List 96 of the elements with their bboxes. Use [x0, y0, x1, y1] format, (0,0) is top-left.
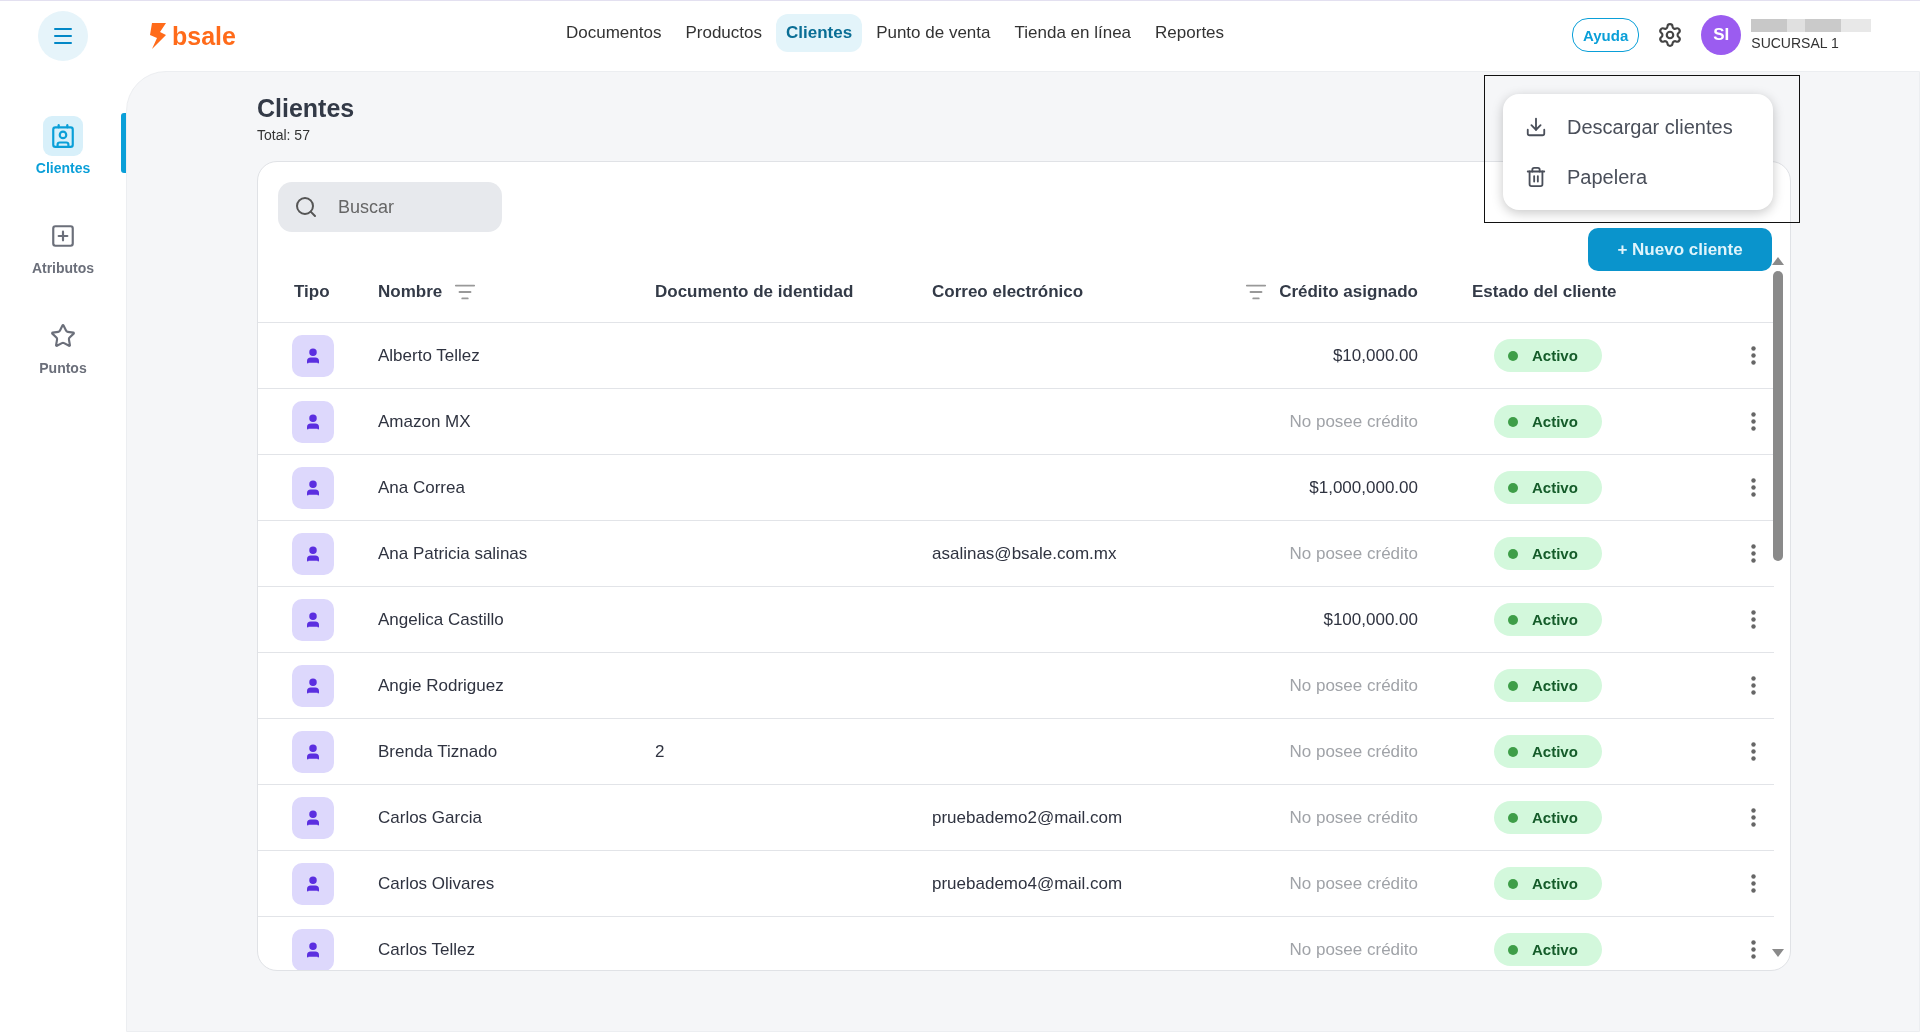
column-header: Estado del cliente	[1472, 282, 1617, 302]
table-cell: No posee crédito	[1289, 939, 1418, 960]
total-count: Total: 57	[257, 127, 310, 143]
sidebar-item[interactable]: Puntos	[0, 307, 126, 385]
status-badge: Activo	[1494, 471, 1602, 504]
person-icon	[292, 928, 334, 970]
more-button[interactable]	[1751, 742, 1756, 761]
table-cell: $1,000,000.00	[1309, 477, 1418, 498]
table-cell: Ana Correa	[378, 477, 465, 498]
kebab-icon	[1751, 742, 1756, 761]
more-button[interactable]	[1751, 610, 1756, 629]
status-badge: Activo	[1494, 339, 1602, 372]
table-cell: Amazon MX	[378, 411, 471, 432]
nav-tab[interactable]: Tienda en línea	[1004, 14, 1142, 52]
table-cell: asalinas@bsale.com.mx	[932, 543, 1117, 564]
person-icon	[292, 532, 334, 575]
kebab-icon	[1751, 676, 1756, 695]
table-cell: pruebademo4@mail.com	[932, 873, 1123, 894]
trash-icon	[1525, 166, 1547, 188]
column-header: Nombre	[378, 282, 443, 302]
download-icon	[1525, 116, 1547, 138]
kebab-icon	[1751, 346, 1756, 365]
status-badge: Activo	[1494, 603, 1602, 636]
status-badge: Activo	[1494, 405, 1602, 438]
person-icon	[292, 730, 334, 773]
more-button[interactable]	[1751, 478, 1756, 497]
person-icon	[292, 796, 334, 839]
column-header: Correo electrónico	[932, 282, 1084, 302]
column-header: Documento de identidad	[655, 282, 854, 302]
table-cell: $100,000.00	[1323, 609, 1418, 630]
table-cell: No posee crédito	[1289, 411, 1418, 432]
person-icon	[292, 664, 334, 707]
status-badge: Activo	[1494, 669, 1602, 702]
person-icon	[292, 862, 334, 905]
column-header: Crédito asignado	[1279, 282, 1418, 302]
logo: bsale	[148, 21, 236, 51]
add-stack-icon	[50, 223, 76, 249]
more-button[interactable]	[1751, 346, 1756, 365]
kebab-icon	[1751, 808, 1756, 827]
table-cell: No posee crédito	[1289, 741, 1418, 762]
nav-tab[interactable]: Productos	[675, 14, 772, 52]
bolt-icon	[148, 23, 168, 49]
table-cell: No posee crédito	[1289, 675, 1418, 696]
status-badge: Activo	[1494, 537, 1602, 570]
sidebar-item[interactable]: Atributos	[0, 207, 126, 285]
more-button[interactable]	[1751, 874, 1756, 893]
table-cell: No posee crédito	[1289, 807, 1418, 828]
page-title: Clientes	[257, 94, 355, 123]
nav-tab[interactable]: Documentos	[556, 14, 672, 52]
kebab-icon	[1751, 412, 1756, 431]
table-cell: Carlos Olivares	[378, 873, 495, 894]
status-badge: Activo	[1494, 735, 1602, 768]
branch-label: SUCURSAL 1	[1751, 35, 1840, 51]
table-cell: No posee crédito	[1289, 873, 1418, 894]
more-button[interactable]	[1751, 808, 1756, 827]
status-badge: Activo	[1494, 801, 1602, 834]
person-icon	[292, 334, 334, 377]
status-badge: Activo	[1494, 933, 1602, 966]
more-button[interactable]	[1751, 940, 1756, 959]
table-cell: Alberto Tellez	[378, 345, 480, 366]
person-icon	[292, 400, 334, 443]
person-icon	[292, 598, 334, 641]
kebab-icon	[1751, 940, 1756, 959]
kebab-icon	[1751, 544, 1756, 563]
search-icon	[294, 195, 318, 219]
menu-item[interactable]: Descargar clientes	[1503, 102, 1773, 152]
nav-tab[interactable]: Punto de venta	[866, 14, 1001, 52]
scrollbar[interactable]	[1772, 257, 1784, 957]
column-header: Tipo	[294, 282, 330, 302]
table-cell: pruebademo2@mail.com	[932, 807, 1123, 828]
nav-tab[interactable]: Clientes	[776, 14, 863, 52]
table-cell: Carlos Garcia	[378, 807, 482, 828]
search-field[interactable]: Buscar	[278, 182, 502, 232]
user-avatar[interactable]: SI	[1701, 15, 1742, 55]
nav-tab[interactable]: Reportes	[1145, 14, 1235, 52]
contact-card-icon	[50, 123, 76, 149]
more-button[interactable]	[1751, 676, 1756, 695]
settings-icon[interactable]	[1657, 22, 1684, 48]
table-cell: No posee crédito	[1289, 543, 1418, 564]
star-icon	[50, 323, 76, 349]
table-cell: Brenda Tiznado	[378, 741, 498, 762]
menu-button[interactable]	[38, 11, 88, 61]
person-icon	[292, 466, 334, 509]
kebab-icon	[1751, 610, 1756, 629]
table-cell: Ana Patricia salinas	[378, 543, 528, 564]
status-badge: Activo	[1494, 867, 1602, 900]
more-button[interactable]	[1751, 544, 1756, 563]
table-cell: $10,000.00	[1332, 345, 1418, 366]
table-cell: Angelica Castillo	[378, 609, 504, 630]
menu-item[interactable]: Papelera	[1503, 152, 1773, 202]
more-button[interactable]	[1751, 412, 1756, 431]
table-cell: Carlos Tellez	[378, 939, 475, 960]
table-cell: Angie Rodriguez	[378, 675, 504, 696]
kebab-icon	[1751, 874, 1756, 893]
table-cell: 2	[655, 741, 665, 762]
kebab-icon	[1751, 478, 1756, 497]
